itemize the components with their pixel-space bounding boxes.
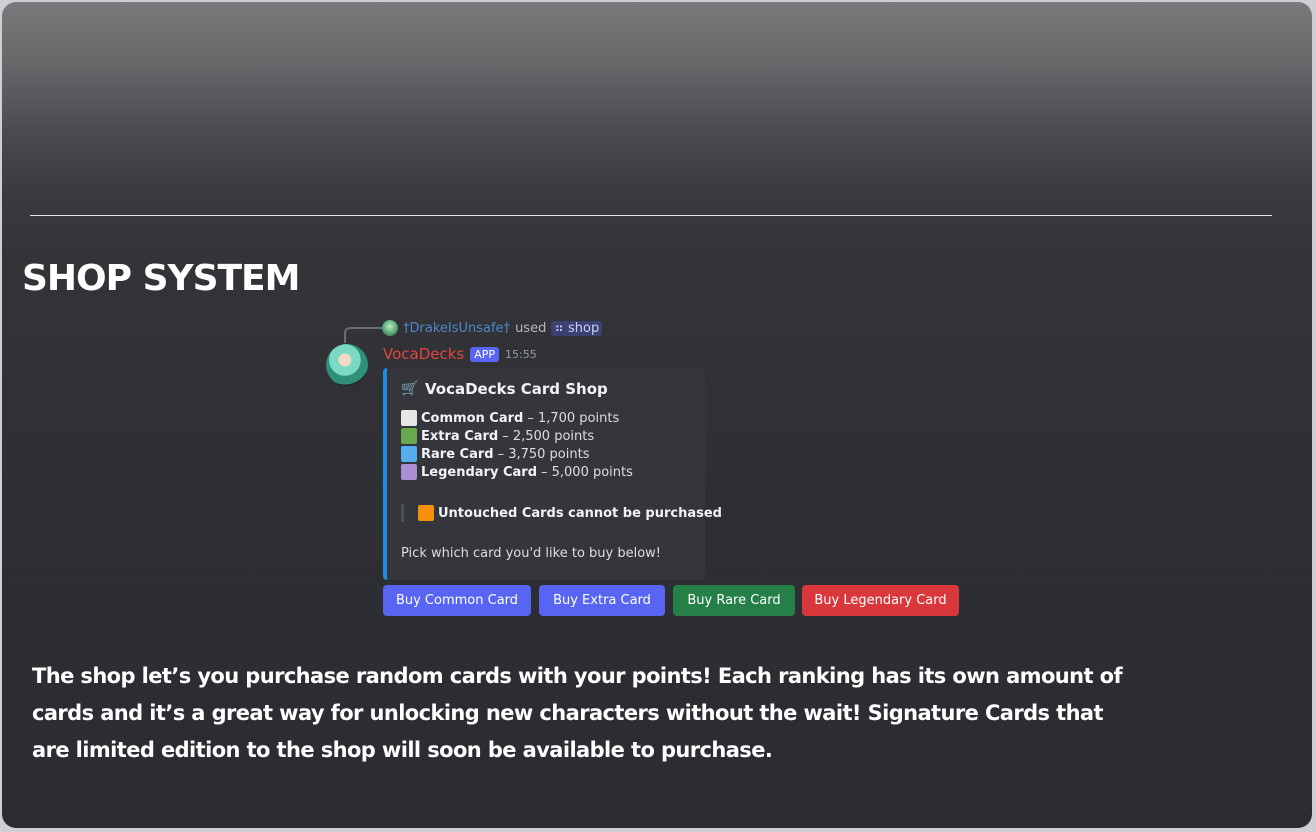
buy-legendary-card-button[interactable]: Buy Legendary Card [802,585,959,616]
embed-title-text: VocaDecks Card Shop [425,380,608,398]
tier-legendary: Legendary Card – 5,000 points [401,464,633,480]
timestamp: 15:55 [505,347,537,361]
showcase-panel: SHOP SYSTEM †DrakeIsUnsafe† used ⠶ shop … [2,2,1312,828]
tier-common: Common Card – 1,700 points [401,410,619,426]
slash-command-name: shop [568,320,600,336]
embed-title: 🛒 VocaDecks Card Shop [401,380,608,398]
embed-footer-text: Pick which card you'd like to buy below! [401,546,662,561]
tier-rare: Rare Card – 3,750 points [401,446,590,462]
tier-name: Rare Card [421,446,494,462]
purple-square-icon [401,464,417,480]
shop-embed: 🛒 VocaDecks Card Shop Common Card – 1,70… [383,368,722,580]
tier-extra: Extra Card – 2,500 points [401,428,594,444]
app-badge: APP [470,346,500,362]
command-reply-context: †DrakeIsUnsafe† used ⠶ shop [382,320,603,336]
shop-description: The shop let’s you purchase random cards… [32,664,1123,762]
buy-extra-card-button[interactable]: Buy Extra Card [539,585,665,616]
buy-rare-card-button[interactable]: Buy Rare Card [673,585,795,616]
tier-name: Legendary Card [421,464,537,480]
notice-text: Untouched Cards cannot be purchased [438,505,722,521]
blue-square-icon [401,446,417,462]
bot-name[interactable]: VocaDecks [383,345,464,363]
white-square-icon [401,410,417,426]
shopping-cart-icon: 🛒 [401,381,419,397]
slash-command-icon: ⠶ [554,320,564,336]
green-square-icon [401,428,417,444]
tier-name: Extra Card [421,428,499,444]
reply-username[interactable]: †DrakeIsUnsafe† [403,321,510,336]
tier-price: – 5,000 points [541,464,633,480]
bot-avatar[interactable] [326,344,368,386]
orange-square-icon [418,505,434,521]
message-header: VocaDecks APP 15:55 [383,345,537,363]
buy-common-card-button[interactable]: Buy Common Card [383,585,531,616]
tier-price: – 1,700 points [527,410,620,426]
tier-name: Common Card [421,410,524,426]
page-title: SHOP SYSTEM [22,258,300,299]
slash-command[interactable]: ⠶ shop [551,320,603,336]
untouched-notice: Untouched Cards cannot be purchased [401,504,722,522]
reply-connector [344,327,382,343]
user-avatar-icon[interactable] [382,320,398,336]
reply-used-label: used [515,320,547,336]
divider [30,215,1272,216]
tier-price: – 3,750 points [497,446,590,462]
tier-price: – 2,500 points [502,428,595,444]
